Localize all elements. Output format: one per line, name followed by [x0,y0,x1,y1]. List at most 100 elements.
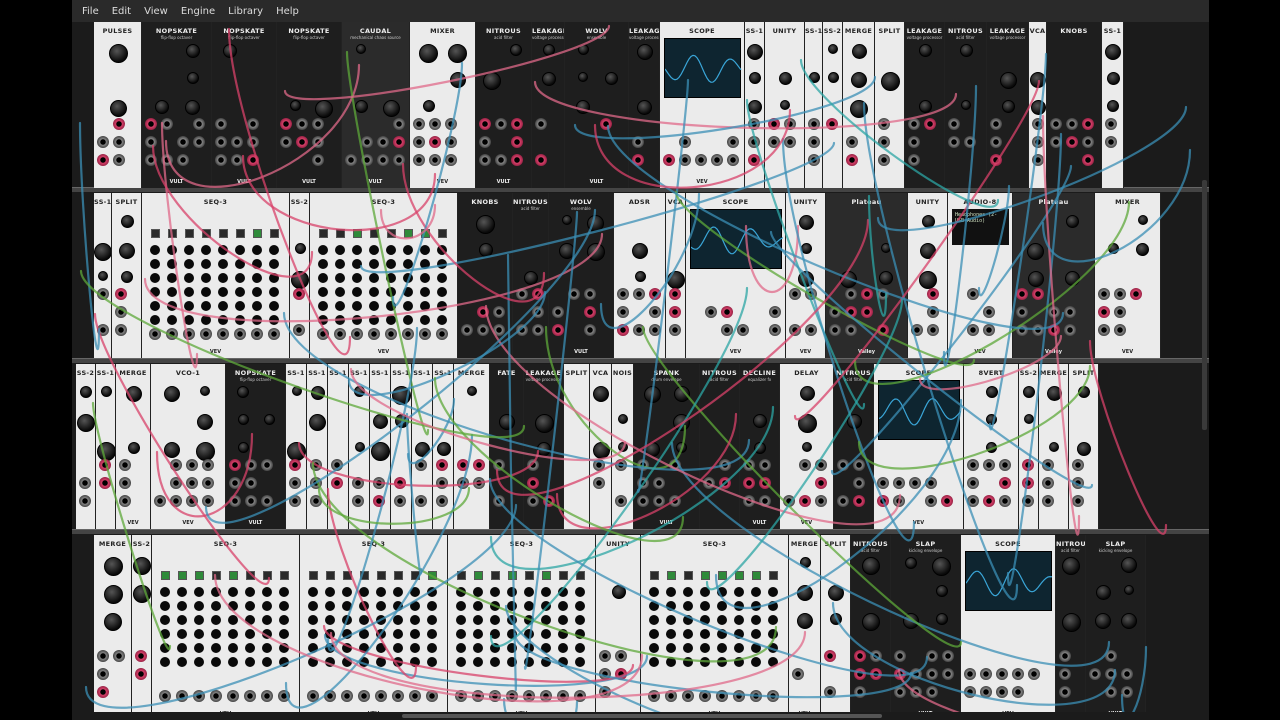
module-wolv[interactable]: WOLV ensemble VULT [549,193,614,358]
step-knob[interactable] [427,657,437,667]
output-jack[interactable] [402,328,414,340]
step-knob[interactable] [420,259,430,269]
step-knob[interactable] [211,657,221,667]
gate-button[interactable] [769,571,778,580]
patch-jack[interactable] [967,459,979,471]
parameter-knob[interactable] [1030,72,1046,88]
patch-jack[interactable] [669,324,681,336]
step-knob[interactable] [369,245,379,255]
step-knob[interactable] [768,587,778,597]
patch-jack[interactable] [893,477,905,489]
patch-jack[interactable] [837,459,849,471]
parameter-knob[interactable] [749,72,761,84]
parameter-knob[interactable] [263,414,275,425]
gate-button[interactable] [195,571,204,580]
patch-jack[interactable] [186,495,198,507]
step-knob[interactable] [456,587,466,597]
patch-jack[interactable] [637,459,649,471]
step-knob[interactable] [541,657,551,667]
step-knob[interactable] [308,629,318,639]
patch-jack[interactable] [170,495,182,507]
step-knob[interactable] [352,315,362,325]
patch-jack[interactable] [808,118,820,130]
patch-jack[interactable] [568,288,580,300]
step-knob[interactable] [359,643,369,653]
patch-jack[interactable] [853,495,865,507]
patch-jack[interactable] [436,477,448,489]
patch-jack[interactable] [599,686,611,698]
patch-jack[interactable] [429,136,441,148]
parameter-knob[interactable] [778,72,792,85]
step-knob[interactable] [403,273,413,283]
patch-jack[interactable] [393,154,405,166]
patch-jack[interactable] [911,324,923,336]
patch-jack[interactable] [789,324,801,336]
parameter-knob[interactable] [476,215,495,234]
step-knob[interactable] [456,629,466,639]
step-knob[interactable] [376,615,386,625]
patch-jack[interactable] [493,324,505,336]
module-split[interactable]: SPLIT [821,535,851,720]
patch-jack[interactable] [759,495,771,507]
patch-jack[interactable] [495,118,507,130]
step-knob[interactable] [420,245,430,255]
patch-jack[interactable] [815,477,827,489]
patch-jack[interactable] [516,288,528,300]
patch-jack[interactable] [1066,136,1078,148]
patch-jack[interactable] [377,136,389,148]
step-knob[interactable] [437,287,447,297]
patch-jack[interactable] [193,118,205,130]
step-knob[interactable] [473,615,483,625]
output-jack[interactable] [716,690,728,702]
patch-jack[interactable] [615,650,627,662]
patch-jack[interactable] [161,154,173,166]
module-seq-3[interactable]: SEQ-3VEV [641,535,789,720]
parameter-knob[interactable] [1121,613,1137,629]
parameter-knob[interactable] [780,100,790,110]
step-knob[interactable] [342,657,352,667]
step-knob[interactable] [751,587,761,597]
output-jack[interactable] [159,690,171,702]
step-knob[interactable] [575,601,585,611]
module-scope[interactable]: SCOPEVEV [961,535,1056,720]
parameter-knob[interactable] [197,414,214,430]
patch-jack[interactable] [1032,154,1044,166]
gate-button[interactable] [253,229,262,238]
patch-jack[interactable] [927,324,939,336]
patch-jack[interactable] [1022,459,1034,471]
step-knob[interactable] [308,643,318,653]
parameter-knob[interactable] [961,100,971,110]
step-knob[interactable] [524,615,534,625]
patch-jack[interactable] [894,650,906,662]
parameter-knob[interactable] [830,613,842,625]
step-knob[interactable] [308,587,318,597]
patch-jack[interactable] [245,459,257,471]
step-knob[interactable] [456,601,466,611]
step-knob[interactable] [167,287,177,297]
step-knob[interactable] [558,615,568,625]
output-jack[interactable] [317,328,329,340]
patch-jack[interactable] [808,136,820,148]
output-jack[interactable] [426,690,438,702]
step-knob[interactable] [420,315,430,325]
step-knob[interactable] [420,287,430,297]
step-knob[interactable] [751,615,761,625]
module-leakage[interactable]: LEAKAGEvoltage processor [987,22,1029,188]
module-unity[interactable]: UNITY [596,535,641,720]
patch-jack[interactable] [990,154,1002,166]
patch-jack[interactable] [599,668,611,680]
parameter-knob[interactable] [586,243,605,261]
step-knob[interactable] [666,643,676,653]
module-pulses[interactable]: PULSES [94,22,142,188]
step-knob[interactable] [194,601,204,611]
step-knob[interactable] [252,315,262,325]
patch-jack[interactable] [193,136,205,148]
patch-jack[interactable] [99,459,111,471]
patch-jack[interactable] [948,136,960,148]
step-knob[interactable] [751,629,761,639]
patch-jack[interactable] [615,668,627,680]
parameter-knob[interactable] [449,72,466,88]
module-slap[interactable]: SLAPkicking envelopeVULT [891,535,961,720]
output-jack[interactable] [278,690,290,702]
patch-jack[interactable] [1028,668,1040,680]
